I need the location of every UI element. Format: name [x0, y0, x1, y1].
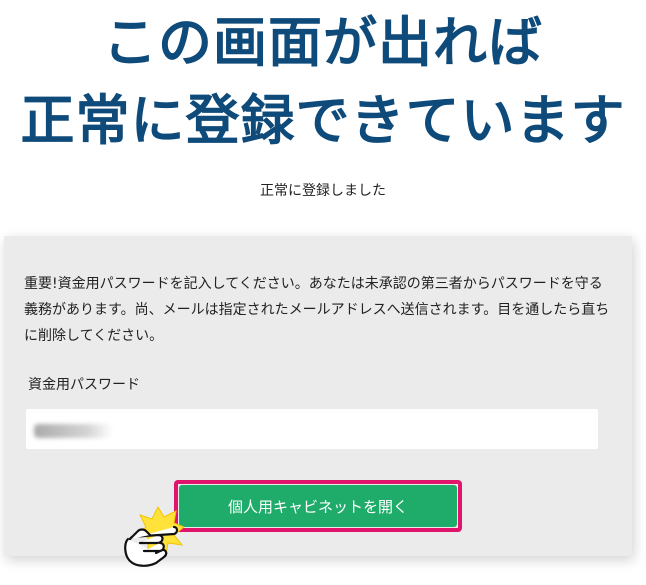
- fund-password-label: 資金用パスワード: [28, 377, 140, 393]
- headline-line2: 正常に登録できています: [20, 89, 626, 152]
- password-panel: 重要!資金用パスワードを記入してください。あなたは未承認の第三者からパスワードを…: [4, 236, 632, 556]
- success-message: 正常に登録しました: [260, 183, 386, 199]
- important-notice: 重要!資金用パスワードを記入してください。あなたは未承認の第三者からパスワードを…: [24, 276, 610, 344]
- password-redaction: [34, 424, 112, 438]
- pointing-hand-icon: [124, 505, 184, 567]
- headline-line1: この画面が出れば: [103, 11, 543, 74]
- open-personal-cabinet-button[interactable]: 個人用キャビネットを開く: [179, 485, 457, 527]
